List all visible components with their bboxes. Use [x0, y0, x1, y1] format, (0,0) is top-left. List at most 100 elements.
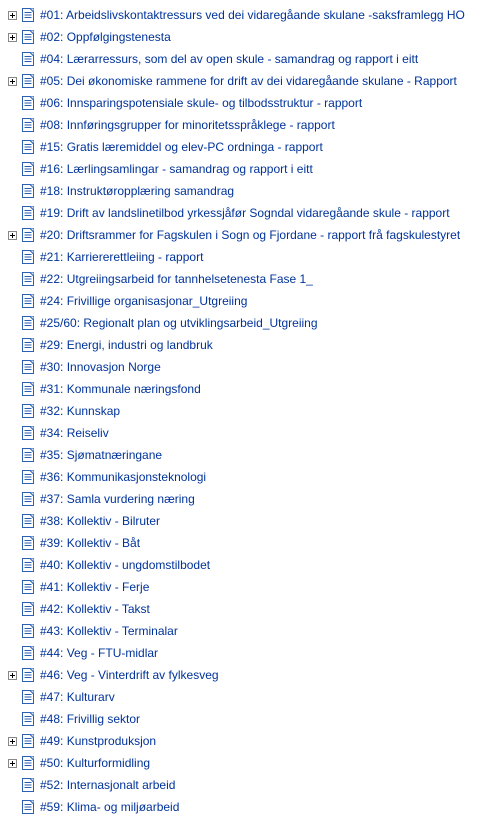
expand-toggle[interactable] [4, 29, 20, 45]
tree-item-label[interactable]: #38: Kollektiv - Bilruter [40, 510, 160, 532]
expand-toggle[interactable] [4, 73, 20, 89]
document-icon [20, 51, 36, 67]
expand-toggle [4, 271, 20, 287]
tree-item-label[interactable]: #05: Dei økonomiske rammene for drift av… [40, 70, 457, 92]
tree-item: #15: Gratis læremiddel og elev-PC ordnin… [4, 136, 496, 158]
document-icon [20, 469, 36, 485]
tree-item-label[interactable]: #18: Instruktøropplæring samandrag [40, 180, 234, 202]
expand-toggle [4, 403, 20, 419]
tree-item-label[interactable]: #47: Kulturarv [40, 686, 115, 708]
tree-item-label[interactable]: #06: Innsparingspotensiale skule- og til… [40, 92, 362, 114]
tree-item: #30: Innovasjon Norge [4, 356, 496, 378]
tree-item-label[interactable]: #29: Energi, industri og landbruk [40, 334, 213, 356]
tree-item-label[interactable]: #19: Drift av landslinetilbod yrkessjåfø… [40, 202, 450, 224]
expand-toggle[interactable] [4, 733, 20, 749]
tree-item-label[interactable]: #59: Klima- og miljøarbeid [40, 796, 179, 818]
plus-icon [8, 737, 17, 746]
document-icon [20, 29, 36, 45]
document-icon [20, 117, 36, 133]
document-icon [20, 161, 36, 177]
tree-item: #44: Veg - FTU-midlar [4, 642, 496, 664]
tree-item-label[interactable]: #44: Veg - FTU-midlar [40, 642, 158, 664]
expand-toggle[interactable] [4, 7, 20, 23]
tree-item-label[interactable]: #37: Samla vurdering næring [40, 488, 195, 510]
document-tree: #01: Arbeidslivskontaktressurs ved dei v… [4, 4, 496, 818]
tree-item: #36: Kommunikasjonsteknologi [4, 466, 496, 488]
tree-item-label[interactable]: #16: Lærlingsamlingar - samandrag og rap… [40, 158, 313, 180]
tree-item-label[interactable]: #42: Kollektiv - Takst [40, 598, 150, 620]
tree-item-label[interactable]: #49: Kunstproduksjon [40, 730, 156, 752]
tree-item: #02: Oppfølgingstenesta [4, 26, 496, 48]
tree-item-label[interactable]: #39: Kollektiv - Båt [40, 532, 140, 554]
tree-item-label[interactable]: #31: Kommunale næringsfond [40, 378, 201, 400]
expand-toggle[interactable] [4, 667, 20, 683]
tree-item-label[interactable]: #41: Kollektiv - Ferje [40, 576, 149, 598]
tree-item-label[interactable]: #21: Karriererettleiing - rapport [40, 246, 203, 268]
tree-item-label[interactable]: #43: Kollektiv - Terminalar [40, 620, 178, 642]
tree-item-label[interactable]: #50: Kulturformidling [40, 752, 150, 774]
document-icon [20, 425, 36, 441]
tree-item: #34: Reiseliv [4, 422, 496, 444]
tree-item: #37: Samla vurdering næring [4, 488, 496, 510]
expand-toggle [4, 381, 20, 397]
tree-item: #41: Kollektiv - Ferje [4, 576, 496, 598]
document-icon [20, 139, 36, 155]
tree-item: #29: Energi, industri og landbruk [4, 334, 496, 356]
tree-item-label[interactable]: #15: Gratis læremiddel og elev-PC ordnin… [40, 136, 323, 158]
expand-toggle[interactable] [4, 755, 20, 771]
expand-toggle [4, 799, 20, 815]
tree-item-label[interactable]: #46: Veg - Vinterdrift av fylkesveg [40, 664, 219, 686]
plus-icon [8, 759, 17, 768]
tree-item: #18: Instruktøropplæring samandrag [4, 180, 496, 202]
tree-item: #49: Kunstproduksjon [4, 730, 496, 752]
tree-item: #06: Innsparingspotensiale skule- og til… [4, 92, 496, 114]
tree-item-label[interactable]: #36: Kommunikasjonsteknologi [40, 466, 206, 488]
tree-item: #01: Arbeidslivskontaktressurs ved dei v… [4, 4, 496, 26]
tree-item-label[interactable]: #25/60: Regionalt plan og utviklingsarbe… [40, 312, 318, 334]
document-icon [20, 601, 36, 617]
expand-toggle [4, 447, 20, 463]
expand-toggle [4, 117, 20, 133]
plus-icon [8, 11, 17, 20]
document-icon [20, 755, 36, 771]
tree-item: #40: Kollektiv - ungdomstilbodet [4, 554, 496, 576]
document-icon [20, 249, 36, 265]
document-icon [20, 623, 36, 639]
expand-toggle [4, 557, 20, 573]
document-icon [20, 689, 36, 705]
expand-toggle [4, 183, 20, 199]
document-icon [20, 557, 36, 573]
expand-toggle[interactable] [4, 227, 20, 243]
document-icon [20, 711, 36, 727]
tree-item-label[interactable]: #35: Sjømatnæringane [40, 444, 162, 466]
expand-toggle [4, 535, 20, 551]
tree-item-label[interactable]: #52: Internasjonalt arbeid [40, 774, 175, 796]
expand-toggle [4, 601, 20, 617]
tree-item-label[interactable]: #24: Frivillige organisasjonar_Utgreiing [40, 290, 247, 312]
plus-icon [8, 231, 17, 240]
tree-item-label[interactable]: #32: Kunnskap [40, 400, 120, 422]
tree-item-label[interactable]: #34: Reiseliv [40, 422, 109, 444]
tree-item: #35: Sjømatnæringane [4, 444, 496, 466]
document-icon [20, 799, 36, 815]
tree-item-label[interactable]: #02: Oppfølgingstenesta [40, 26, 171, 48]
tree-item-label[interactable]: #20: Driftsrammer for Fagskulen i Sogn o… [40, 224, 460, 246]
tree-item-label[interactable]: #01: Arbeidslivskontaktressurs ved dei v… [40, 4, 465, 26]
tree-item-label[interactable]: #40: Kollektiv - ungdomstilbodet [40, 554, 210, 576]
tree-item-label[interactable]: #30: Innovasjon Norge [40, 356, 161, 378]
tree-item-label[interactable]: #48: Frivillig sektor [40, 708, 140, 730]
tree-item-label[interactable]: #04: Lærarressurs, som del av open skule… [40, 48, 418, 70]
tree-item: #24: Frivillige organisasjonar_Utgreiing [4, 290, 496, 312]
tree-item-label[interactable]: #08: Innføringsgrupper for minoritetsspr… [40, 114, 335, 136]
expand-toggle [4, 579, 20, 595]
expand-toggle [4, 469, 20, 485]
expand-toggle [4, 645, 20, 661]
expand-toggle [4, 491, 20, 507]
document-icon [20, 315, 36, 331]
plus-icon [8, 77, 17, 86]
tree-item: #20: Driftsrammer for Fagskulen i Sogn o… [4, 224, 496, 246]
tree-item: #50: Kulturformidling [4, 752, 496, 774]
tree-item-label[interactable]: #22: Utgreiingsarbeid for tannhelsetenes… [40, 268, 313, 290]
document-icon [20, 205, 36, 221]
expand-toggle [4, 315, 20, 331]
